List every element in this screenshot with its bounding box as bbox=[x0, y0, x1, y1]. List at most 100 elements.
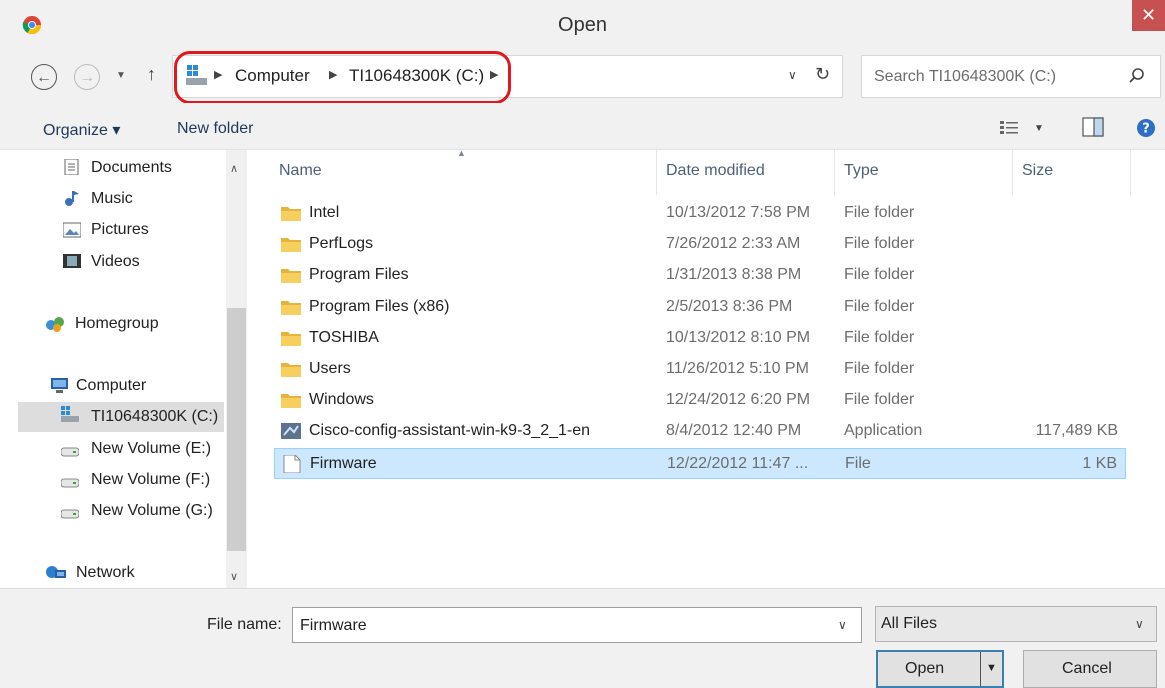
file-row[interactable]: Users 11/26/2012 5:10 PM File folder bbox=[274, 354, 1126, 385]
file-row[interactable]: Cisco-config-assistant-win-k9-3_2_1-en 8/… bbox=[274, 416, 1126, 447]
network-icon bbox=[46, 566, 66, 578]
file-name-cell: Users bbox=[309, 360, 351, 377]
file-date-cell: 11/26/2012 5:10 PM bbox=[666, 360, 809, 377]
nav-item-videos[interactable]: Videos bbox=[91, 253, 140, 271]
file-date-cell: 7/26/2012 2:33 AM bbox=[666, 235, 801, 252]
scroll-up-icon[interactable]: ∧ bbox=[230, 162, 238, 175]
folder-icon bbox=[281, 207, 301, 221]
file-name-value[interactable]: Firmware bbox=[300, 617, 367, 635]
file-row[interactable]: Firmware 12/22/2012 11:47 ... File 1 KB bbox=[274, 448, 1126, 479]
file-name-cell: Windows bbox=[309, 391, 374, 408]
column-header-type[interactable]: Type bbox=[844, 162, 879, 180]
folder-icon bbox=[281, 363, 301, 377]
column-divider[interactable] bbox=[1012, 150, 1013, 195]
forward-button[interactable]: → bbox=[74, 64, 100, 90]
file-name-cell: Cisco-config-assistant-win-k9-3_2_1-en bbox=[309, 422, 591, 439]
file-row[interactable]: Program Files (x86) 2/5/2013 8:36 PM File … bbox=[274, 292, 1126, 323]
file-type-chevron-icon[interactable]: ∨ bbox=[1135, 617, 1144, 631]
folder-icon bbox=[281, 301, 301, 315]
file-name-cell: Firmware bbox=[310, 455, 377, 472]
column-divider[interactable] bbox=[1130, 150, 1131, 195]
column-header-name[interactable]: Name bbox=[279, 162, 322, 180]
nav-item-drive-c[interactable]: TI10648300K (C:) bbox=[91, 408, 218, 426]
file-date-cell: 1/31/2013 8:38 PM bbox=[666, 266, 802, 283]
nav-item-documents[interactable]: Documents bbox=[91, 159, 172, 177]
preview-pane-icon[interactable] bbox=[1082, 117, 1104, 137]
open-split-divider bbox=[980, 652, 981, 686]
scroll-down-icon[interactable]: ∨ bbox=[230, 570, 238, 583]
sort-ascending-icon: ▲ bbox=[457, 148, 466, 158]
close-button[interactable]: ✕ bbox=[1132, 0, 1165, 31]
nav-item-volume-g[interactable]: New Volume (G:) bbox=[91, 502, 213, 520]
nav-item-computer[interactable]: Computer bbox=[76, 377, 146, 395]
file-row[interactable]: PerfLogs 7/26/2012 2:33 AM File folder bbox=[274, 229, 1126, 260]
file-row[interactable]: TOSHIBA 10/13/2012 8:10 PM File folder bbox=[274, 323, 1126, 354]
file-date-cell: 2/5/2013 8:36 PM bbox=[666, 298, 793, 315]
file-row[interactable]: Intel 10/13/2012 7:58 PM File folder bbox=[274, 198, 1126, 229]
nav-item-pictures[interactable]: Pictures bbox=[91, 221, 149, 239]
file-type-cell: File folder bbox=[844, 266, 915, 283]
file-type-cell: File folder bbox=[844, 329, 915, 346]
file-name-cell: PerfLogs bbox=[309, 235, 374, 252]
drive-icon bbox=[61, 447, 79, 457]
nav-item-volume-e[interactable]: New Volume (E:) bbox=[91, 440, 211, 458]
address-dropdown-chevron-icon[interactable]: ∨ bbox=[788, 68, 797, 82]
file-row[interactable]: Windows 12/24/2012 6:20 PM File folder bbox=[274, 385, 1126, 416]
folder-icon bbox=[281, 269, 301, 283]
open-split-dropdown-icon[interactable]: ▼ bbox=[986, 662, 997, 674]
file-date-cell: 10/13/2012 8:10 PM bbox=[666, 329, 811, 346]
nav-item-music[interactable]: Music bbox=[91, 190, 133, 208]
search-placeholder: Search TI10648300K (C:) bbox=[874, 68, 1057, 85]
folder-icon bbox=[281, 394, 301, 408]
refresh-icon[interactable]: ↻ bbox=[815, 64, 830, 85]
nav-item-homegroup[interactable]: Homegroup bbox=[75, 315, 159, 333]
command-bar bbox=[0, 103, 1165, 150]
nav-item-network[interactable]: Network bbox=[76, 564, 135, 582]
new-folder-button[interactable]: New folder bbox=[177, 120, 253, 138]
svg-text:?: ? bbox=[1142, 122, 1150, 137]
organize-button[interactable]: Organize ▾ bbox=[43, 120, 120, 140]
file-type-cell: File bbox=[845, 455, 871, 472]
file-type-cell: File folder bbox=[844, 360, 915, 377]
file-size-cell: 117,489 KB bbox=[1035, 422, 1118, 439]
nav-item-volume-f[interactable]: New Volume (F:) bbox=[91, 471, 210, 489]
cancel-button-label[interactable]: Cancel bbox=[1062, 660, 1112, 678]
view-options-icon[interactable] bbox=[1000, 120, 1020, 136]
column-divider[interactable] bbox=[834, 150, 835, 195]
column-header-date[interactable]: Date modified bbox=[666, 162, 765, 180]
search-icon[interactable] bbox=[1128, 67, 1146, 85]
column-divider[interactable] bbox=[656, 150, 657, 195]
file-row[interactable]: Program Files 1/31/2013 8:38 PM File folde… bbox=[274, 260, 1126, 291]
recent-locations-dropdown[interactable]: ▼ bbox=[116, 70, 126, 81]
file-name-field[interactable] bbox=[292, 607, 862, 643]
help-icon[interactable]: ? bbox=[1136, 118, 1156, 138]
column-header-size[interactable]: Size bbox=[1022, 162, 1053, 180]
file-type-cell: File folder bbox=[844, 204, 915, 221]
file-name-cell: TOSHIBA bbox=[309, 329, 379, 346]
file-icon bbox=[283, 455, 301, 473]
computer-icon bbox=[51, 378, 68, 393]
documents-icon bbox=[64, 159, 79, 175]
music-icon bbox=[65, 191, 79, 206]
file-type-value[interactable]: All Files bbox=[881, 615, 937, 633]
file-size-cell: 1 KB bbox=[1082, 455, 1117, 472]
up-button[interactable]: ↑ bbox=[147, 64, 156, 85]
breadcrumb-highlight-ring bbox=[174, 51, 511, 104]
open-button-label[interactable]: Open bbox=[905, 660, 944, 678]
folder-icon bbox=[281, 238, 301, 252]
file-name-dropdown-chevron-icon[interactable]: ∨ bbox=[838, 618, 847, 632]
file-date-cell: 8/4/2012 12:40 PM bbox=[666, 422, 802, 439]
drive-icon bbox=[61, 509, 79, 519]
nav-scrollbar-thumb[interactable] bbox=[227, 308, 246, 551]
file-name-label: File name: bbox=[207, 616, 282, 633]
view-dropdown-chevron-icon[interactable]: ▼ bbox=[1034, 123, 1044, 134]
drive-icon bbox=[61, 478, 79, 488]
application-icon bbox=[281, 423, 301, 439]
videos-icon bbox=[63, 254, 81, 268]
file-type-cell: File folder bbox=[844, 391, 915, 408]
drive-icon bbox=[61, 406, 79, 422]
pictures-icon bbox=[63, 222, 81, 238]
file-type-cell: Application bbox=[844, 422, 923, 439]
back-button[interactable]: ← bbox=[31, 64, 57, 90]
homegroup-icon bbox=[46, 317, 64, 332]
